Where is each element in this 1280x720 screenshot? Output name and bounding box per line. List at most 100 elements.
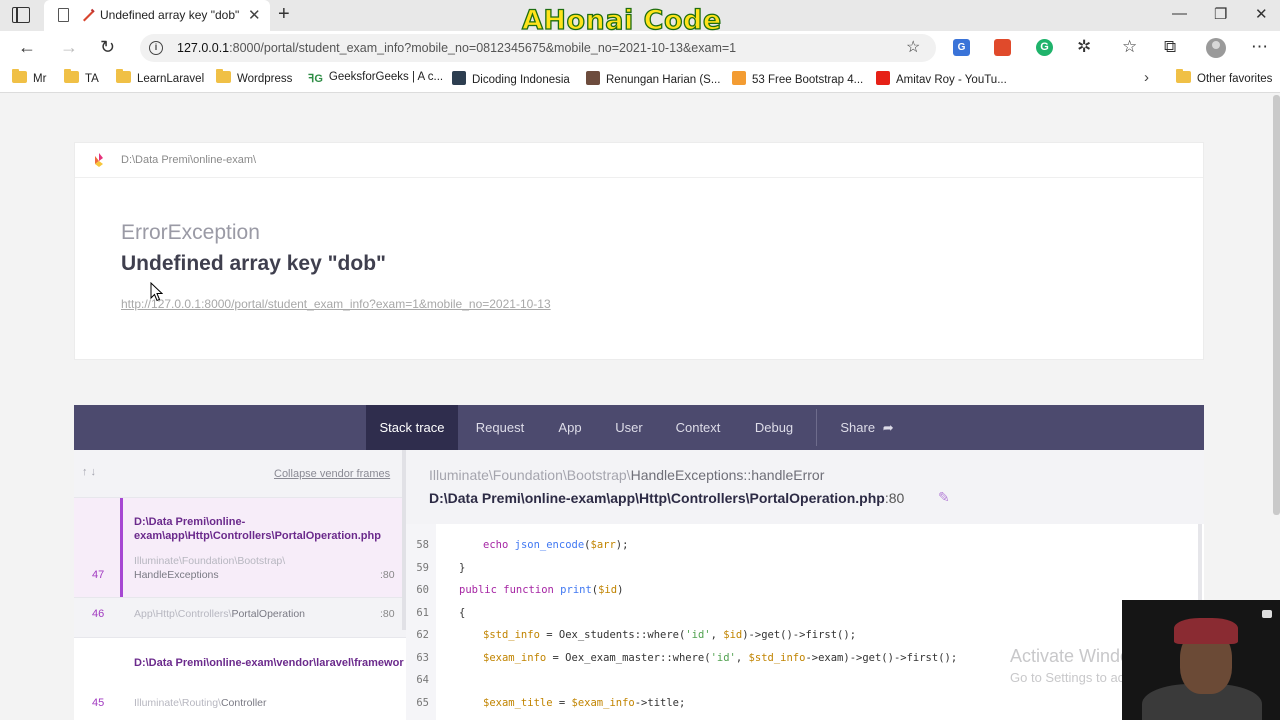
line-number: 63 — [416, 651, 429, 664]
code-text: $exam_title = $exam_info->title; — [483, 696, 686, 709]
reload-icon[interactable]: ↻ — [100, 37, 115, 58]
frame-nav-arrows-icon[interactable]: ↑↓ — [82, 466, 99, 478]
tab-debug[interactable]: Debug — [746, 405, 802, 450]
line-number: 58 — [416, 539, 429, 551]
tab-close-icon[interactable]: ✕ — [248, 6, 261, 24]
line-number: 59 — [416, 561, 429, 574]
page-scrollbar[interactable] — [1273, 95, 1280, 515]
browser-toolbar: ← → ↻ i 127.0.0.1:8000/portal/student_ex… — [0, 31, 1280, 65]
line-number: 65 — [416, 696, 429, 709]
stack-frame[interactable]: D:\Data Premi\online-exam\vendor\laravel… — [74, 638, 406, 720]
tab-user[interactable]: User — [606, 405, 652, 450]
ignition-logo-icon — [95, 153, 103, 167]
dicoding-icon — [452, 71, 466, 85]
tab-context[interactable]: Context — [668, 405, 728, 450]
stack-frame[interactable]: 46 App\Http\Controllers\PortalOperation … — [74, 598, 406, 638]
restore-icon[interactable]: ❐ — [1214, 5, 1227, 23]
code-text: $std_info = Oex_students::where('id', $i… — [483, 629, 857, 641]
mouse-cursor-icon — [150, 282, 163, 302]
frame-line: :80 — [380, 608, 395, 620]
grammarly-extension-icon[interactable]: G — [1036, 39, 1053, 56]
more-menu-icon[interactable]: ⋯ — [1251, 37, 1268, 57]
browser-tabstrip: Undefined array key "dob" ✕ + AHonai Cod… — [0, 0, 1280, 37]
tab-app[interactable]: App — [548, 405, 592, 450]
code-text: } — [459, 561, 466, 574]
project-path: D:\Data Premi\online-exam\ — [121, 154, 257, 166]
page-icon — [58, 8, 69, 22]
exception-message: Undefined array key "dob" — [121, 252, 386, 275]
folder-icon — [216, 69, 231, 83]
ignition-tab-nav: Stack trace Request App User Context Deb… — [74, 405, 1204, 450]
frame-namespace: Illuminate\Routing\Controller — [134, 697, 267, 709]
folder-icon — [116, 69, 131, 83]
bookmark-link[interactable]: ꟻG GeeksforGeeks | A c... — [308, 71, 443, 86]
edit-pencil-icon[interactable]: ✎ — [938, 489, 950, 506]
share-label: Share — [840, 420, 876, 435]
close-window-icon[interactable]: ✕ — [1255, 5, 1268, 23]
frame-namespace: Illuminate\Foundation\Bootstrap\ — [134, 555, 286, 567]
site-info-icon[interactable]: i — [149, 41, 163, 55]
line-number: 60 — [416, 584, 429, 596]
bookmark-folder[interactable]: Mr — [12, 69, 46, 85]
address-bar[interactable]: i 127.0.0.1:8000/portal/student_exam_inf… — [140, 34, 936, 62]
bootstrap-site-icon — [732, 71, 746, 85]
stack-frame-selected[interactable]: D:\Data Premi\online-exam\app\Http\Contr… — [74, 498, 406, 598]
webcam-overlay — [1122, 600, 1280, 720]
frame-number: 45 — [92, 697, 105, 709]
webcam-background-light — [1262, 610, 1272, 618]
code-text: public function print($id) — [459, 584, 624, 596]
tab-share[interactable]: Share ➦ — [832, 405, 902, 450]
bookmark-link[interactable]: 53 Free Bootstrap 4... — [732, 71, 863, 86]
other-favorites[interactable]: Other favorites — [1176, 69, 1272, 85]
card-header: D:\Data Premi\online-exam\ — [75, 143, 1203, 178]
frame-number: 47 — [92, 569, 105, 581]
back-icon[interactable]: ← — [18, 37, 36, 58]
frame-class: HandleExceptions — [134, 569, 219, 581]
nav-divider — [816, 409, 817, 446]
add-favorite-icon[interactable]: ☆ — [906, 37, 920, 57]
youtube-icon — [876, 71, 890, 85]
collapse-vendor-frames-link[interactable]: Collapse vendor frames — [274, 468, 390, 480]
renungan-icon — [586, 71, 600, 85]
laravel-favicon-icon — [83, 8, 95, 22]
code-text: echo json_encode($arr); — [483, 539, 629, 551]
extensions-icon[interactable]: ✲ — [1077, 37, 1091, 57]
bookmark-link[interactable]: Renungan Harian (S... — [586, 71, 720, 86]
tab-stack-trace[interactable]: Stack trace — [366, 405, 458, 450]
bookmark-link[interactable]: Dicoding Indonesia — [452, 71, 570, 86]
tab-request[interactable]: Request — [468, 405, 532, 450]
tab-actions-icon[interactable] — [12, 7, 30, 23]
frame-file-path: D:\Data Premi\online-exam\app\Http\Contr… — [134, 516, 381, 542]
new-tab-button[interactable]: + — [278, 3, 290, 26]
bookmark-folder[interactable]: LearnLaravel — [116, 69, 204, 85]
exception-class: ErrorException — [121, 221, 260, 244]
frame-file-location: D:\Data Premi\online-exam\app\Http\Contr… — [429, 490, 905, 506]
line-number: 61 — [416, 606, 429, 619]
bookmark-link[interactable]: Amitav Roy - YouTu... — [876, 71, 1007, 86]
code-text: { — [459, 606, 466, 619]
share-icon: ➦ — [882, 420, 894, 435]
favorites-icon[interactable]: ☆ — [1122, 37, 1137, 57]
chevron-right-icon[interactable]: › — [1144, 69, 1149, 86]
profile-avatar[interactable] — [1206, 38, 1226, 58]
geeksforgeeks-icon: ꟻG — [308, 73, 323, 85]
collections-icon[interactable]: ⧉ — [1164, 37, 1176, 57]
bookmark-folder[interactable]: Wordpress — [216, 69, 292, 85]
translate-extension-icon[interactable]: G — [953, 39, 970, 56]
minimize-icon[interactable]: — — [1172, 5, 1187, 22]
browser-tab-active[interactable]: Undefined array key "dob" ✕ — [44, 0, 270, 31]
forward-icon[interactable]: → — [60, 37, 78, 58]
frames-toolbar: ↑↓ Collapse vendor frames — [74, 450, 406, 498]
line-number: 64 — [416, 674, 429, 686]
webcam-person-headwear — [1174, 618, 1238, 644]
tab-title: Undefined array key "dob" — [100, 8, 240, 22]
bookmarks-bar: Mr TA LearnLaravel Wordpress ꟻG GeeksforG… — [0, 65, 1280, 93]
frame-number: 46 — [92, 608, 105, 620]
extension-icon[interactable] — [994, 39, 1011, 56]
bookmark-folder[interactable]: TA — [64, 69, 99, 85]
request-url-link[interactable]: http://127.0.0.1:8000/portal/student_exa… — [121, 297, 551, 311]
folder-icon — [1176, 69, 1191, 83]
code-header: Illuminate\Foundation\Bootstrap\HandleEx… — [406, 450, 1204, 524]
stack-frames-panel: ↑↓ Collapse vendor frames D:\Data Premi\… — [74, 450, 406, 720]
address-url[interactable]: 127.0.0.1:8000/portal/student_exam_info?… — [177, 41, 736, 55]
